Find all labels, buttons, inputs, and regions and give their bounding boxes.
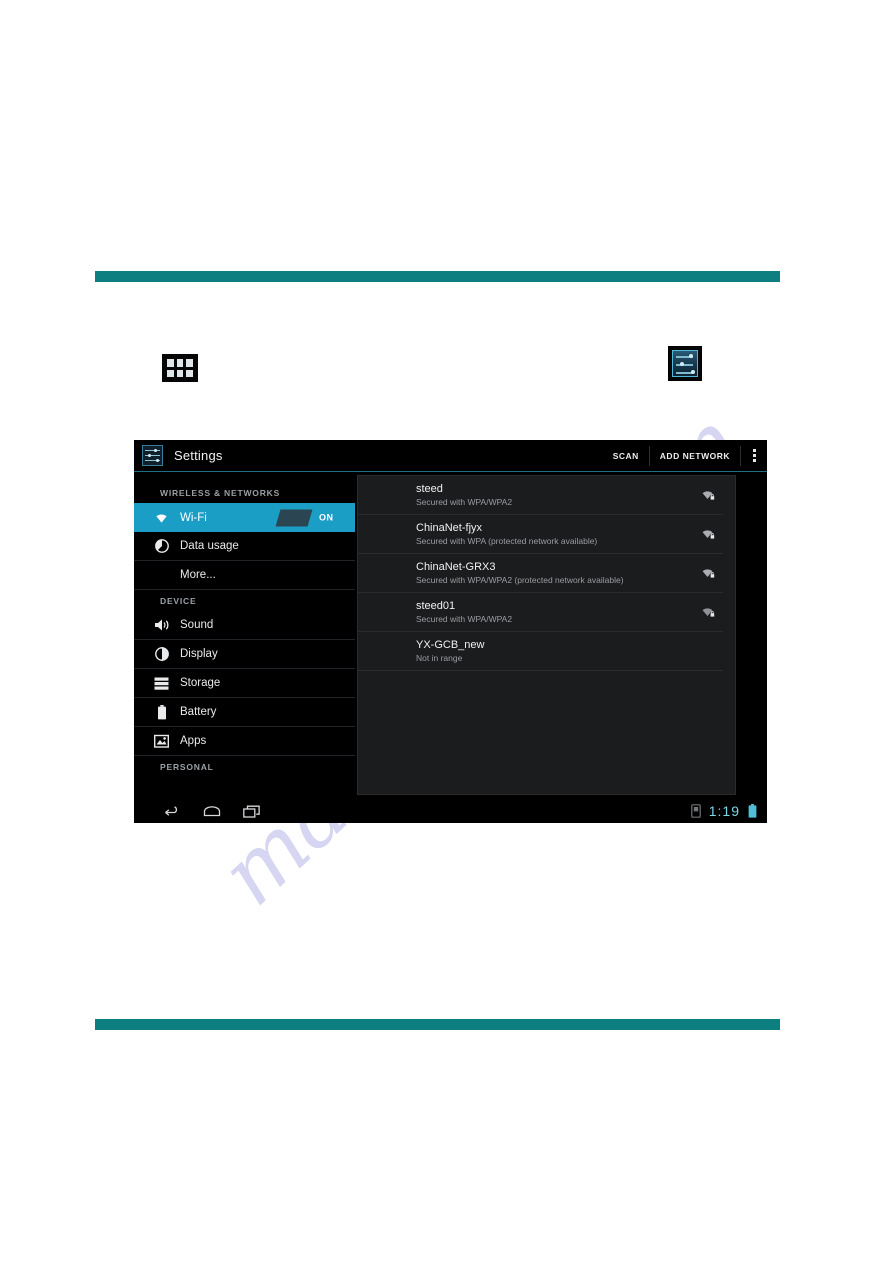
- wifi-ssid: steed: [416, 482, 443, 495]
- sidebar-item-label-storage: Storage: [180, 677, 221, 689]
- settings-app-icon: [668, 346, 702, 381]
- sidebar-item-storage[interactable]: Storage: [134, 669, 355, 698]
- sidebar-item-label-battery: Battery: [180, 706, 217, 718]
- sound-icon: [153, 617, 170, 634]
- wifi-status: Secured with WPA/WPA2: [416, 613, 513, 624]
- sidebar-item-label-wifi: Wi-Fi: [180, 511, 207, 524]
- wifi-network-texts: ChinaNet-GRX3 Secured with WPA/WPA2 (pro…: [416, 561, 696, 586]
- wifi-icon: [153, 509, 170, 526]
- storage-icon: [153, 675, 170, 692]
- page-rule-bottom: [95, 1019, 780, 1030]
- apps-icon: [153, 733, 170, 750]
- manual-page: manualslib.com Settings: [0, 0, 893, 1263]
- wifi-network-row[interactable]: steed01 Secured with WPA/WPA2: [358, 593, 723, 632]
- display-icon: [153, 646, 170, 663]
- sidebar-item-label-data-usage: Data usage: [180, 540, 239, 552]
- wifi-ssid: ChinaNet-GRX3: [416, 560, 496, 573]
- sidebar-item-battery[interactable]: Battery: [134, 698, 355, 727]
- section-header-personal: PERSONAL: [160, 762, 214, 772]
- sidebar-item-label-sound: Sound: [180, 619, 214, 631]
- sidebar-item-sound[interactable]: Sound: [134, 611, 355, 640]
- wifi-network-row[interactable]: ChinaNet-fjyx Secured with WPA (protecte…: [358, 515, 723, 554]
- home-icon[interactable]: [192, 805, 232, 817]
- wifi-network-row[interactable]: YX-GCB_new Not in range: [358, 632, 723, 671]
- back-arrow-icon[interactable]: [152, 805, 192, 817]
- app-title: Settings: [174, 448, 223, 463]
- wifi-status: Secured with WPA/WPA2 (protected network…: [416, 574, 624, 585]
- wifi-network-texts: steed01 Secured with WPA/WPA2: [416, 600, 696, 625]
- section-header-wireless: WIRELESS & NETWORKS: [160, 488, 281, 498]
- add-network-button[interactable]: ADD NETWORK: [650, 445, 740, 467]
- wifi-network-texts: steed Secured with WPA/WPA2: [416, 483, 696, 508]
- wifi-toggle-knob: [275, 509, 313, 526]
- battery-icon: [153, 704, 170, 721]
- sidebar-item-apps[interactable]: Apps: [134, 727, 355, 756]
- scan-button[interactable]: SCAN: [603, 445, 649, 467]
- usb-storage-icon: [690, 804, 701, 818]
- page-rule-top: [95, 271, 780, 282]
- action-bar: Settings SCAN ADD NETWORK: [134, 440, 767, 472]
- system-navigation-bar: 1:19: [134, 799, 767, 823]
- section-header-device: DEVICE: [160, 596, 197, 606]
- wifi-status: Secured with WPA (protected network avai…: [416, 535, 598, 546]
- tablet-screenshot: Settings SCAN ADD NETWORK WIRELESS & NET…: [134, 440, 767, 823]
- sidebar-item-wifi[interactable]: Wi-Fi ON: [134, 503, 355, 532]
- wifi-signal-secure-icon: [696, 489, 718, 501]
- wifi-ssid: YX-GCB_new: [416, 638, 485, 651]
- wifi-network-row[interactable]: ChinaNet-GRX3 Secured with WPA/WPA2 (pro…: [358, 554, 723, 593]
- wifi-toggle[interactable]: ON: [275, 508, 347, 527]
- wifi-status: Secured with WPA/WPA2: [416, 496, 513, 507]
- sidebar-item-label-apps: Apps: [180, 735, 207, 747]
- settings-body: WIRELESS & NETWORKS Wi-Fi ON Data usage …: [134, 472, 767, 799]
- wifi-list-panel[interactable]: steed Secured with WPA/WPA2 ChinaNet-fjy…: [357, 475, 736, 795]
- wifi-network-texts: ChinaNet-fjyx Secured with WPA (protecte…: [416, 522, 696, 547]
- wifi-ssid: ChinaNet-fjyx: [416, 521, 483, 534]
- wifi-list-container: steed Secured with WPA/WPA2 ChinaNet-fjy…: [355, 472, 767, 799]
- wifi-signal-secure-icon: [696, 528, 718, 540]
- wifi-signal-secure-icon: [696, 606, 718, 618]
- wifi-toggle-label: ON: [319, 512, 334, 523]
- wifi-network-row[interactable]: steed Secured with WPA/WPA2: [358, 476, 723, 515]
- sidebar-item-more[interactable]: More...: [134, 561, 355, 590]
- wifi-network-texts: YX-GCB_new Not in range: [416, 639, 696, 664]
- wifi-signal-secure-icon: [696, 567, 718, 579]
- recent-apps-icon[interactable]: [232, 805, 272, 818]
- sidebar-item-data-usage[interactable]: Data usage: [134, 532, 355, 561]
- data-usage-icon: [153, 538, 170, 555]
- settings-sliders-icon: [142, 445, 163, 466]
- sidebar-item-label-display: Display: [180, 648, 218, 660]
- apps-grid-icon: [162, 354, 198, 382]
- settings-sidebar: WIRELESS & NETWORKS Wi-Fi ON Data usage …: [134, 472, 355, 799]
- overflow-menu-icon[interactable]: [741, 445, 767, 467]
- wifi-ssid: steed01: [416, 599, 456, 612]
- status-clock: 1:19: [708, 803, 740, 819]
- sidebar-item-display[interactable]: Display: [134, 640, 355, 669]
- battery-status-icon: [748, 804, 757, 818]
- wifi-status: Not in range: [416, 652, 463, 663]
- sidebar-item-label-more: More...: [180, 569, 216, 581]
